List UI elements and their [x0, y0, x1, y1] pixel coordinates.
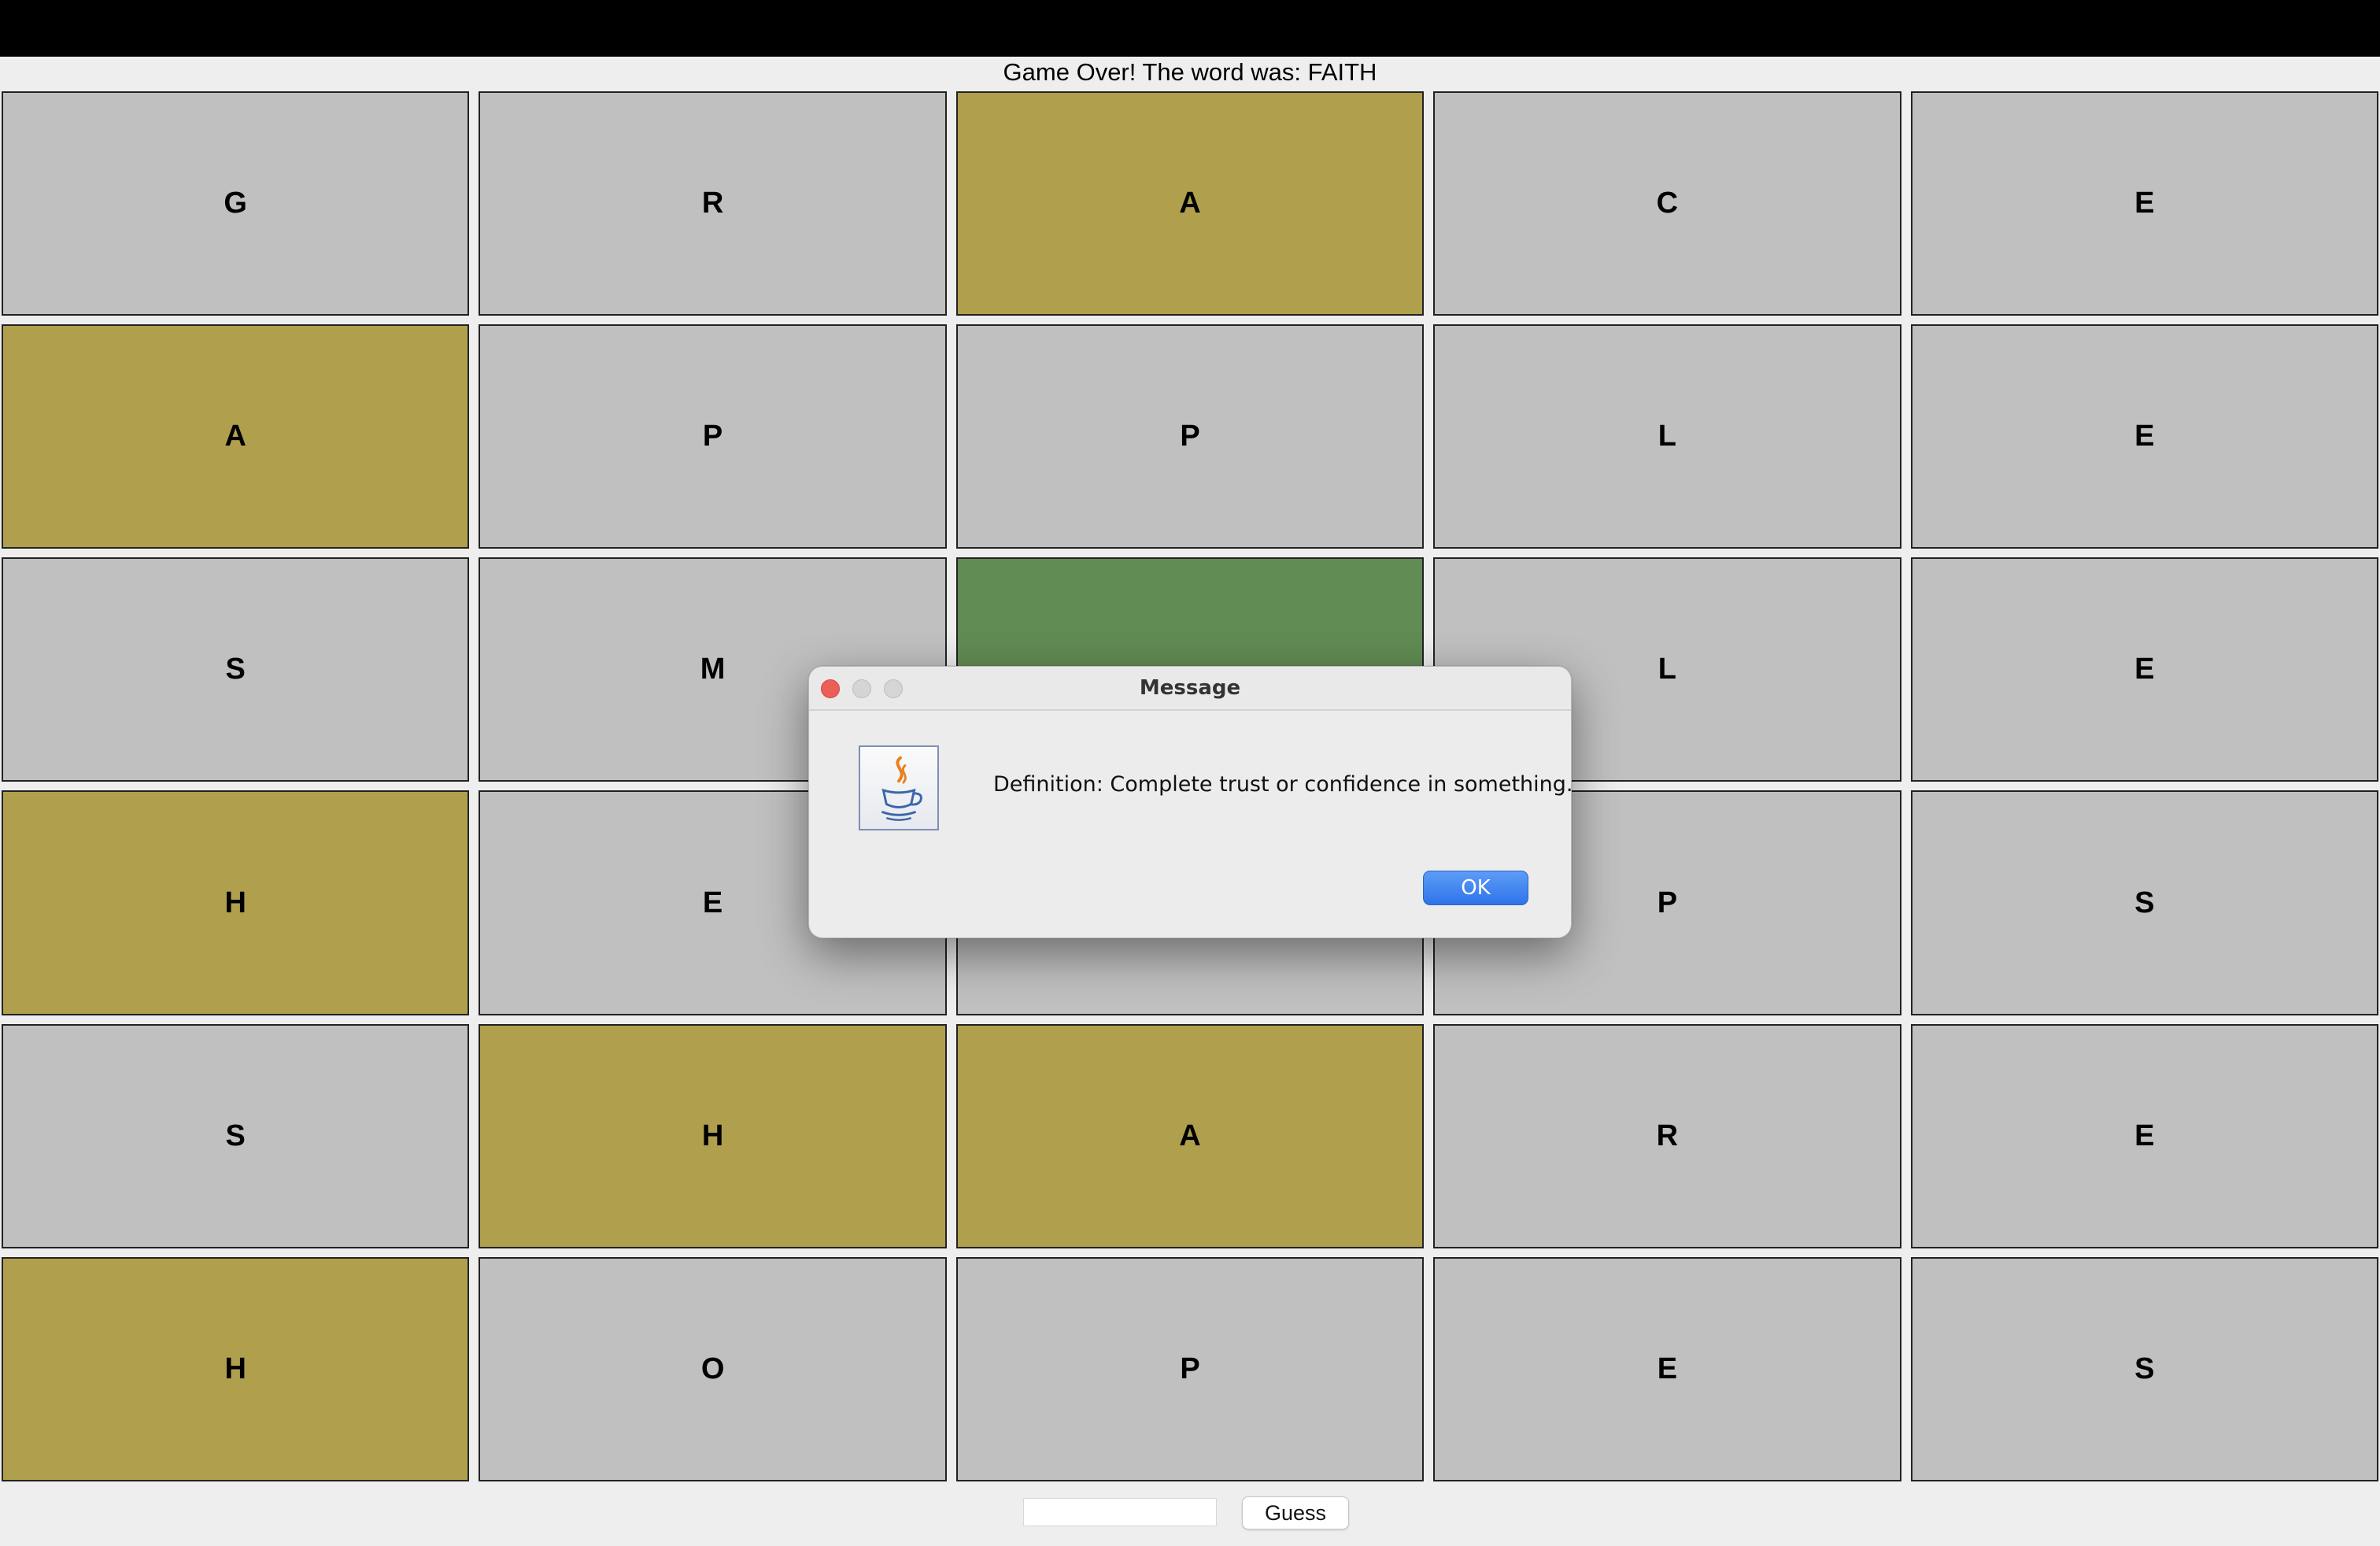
- letter-tile: C: [1433, 91, 1901, 316]
- letter-tile: E: [1910, 91, 2378, 316]
- letter-tile: H: [2, 1256, 470, 1481]
- letter-tile: O: [479, 1256, 947, 1481]
- dialog-title: Message: [1139, 676, 1241, 700]
- letter-tile: S: [1910, 1256, 2378, 1481]
- letter-tile: S: [2, 1023, 470, 1248]
- letter-tile: P: [955, 1256, 1425, 1481]
- letter-tile: A: [955, 91, 1425, 316]
- dialog-message: Definition: Complete trust or confidence…: [993, 772, 1572, 797]
- letter-tile: R: [1433, 1023, 1901, 1248]
- letter-tile: H: [479, 1023, 947, 1248]
- guess-button[interactable]: Guess: [1242, 1496, 1349, 1529]
- game-status-text: Game Over! The word was: FAITH: [1003, 58, 1377, 86]
- message-dialog: Message Definition: Complete trust or co…: [808, 666, 1572, 938]
- guess-input[interactable]: [1023, 1498, 1217, 1526]
- letter-tile: L: [1433, 324, 1901, 549]
- letter-tile: E: [1910, 1023, 2378, 1248]
- letter-tile: P: [479, 324, 947, 549]
- letter-tile: P: [955, 324, 1425, 549]
- letter-tile: E: [1910, 324, 2378, 549]
- letter-tile: H: [2, 790, 470, 1015]
- letter-tile: R: [479, 91, 947, 316]
- letter-tile: S: [2, 557, 470, 782]
- letter-tile: E: [1910, 557, 2378, 782]
- java-cup-icon: [859, 745, 939, 830]
- letter-tile: A: [2, 324, 470, 549]
- ok-button[interactable]: OK: [1423, 871, 1528, 905]
- top-bar: [0, 0, 2380, 57]
- letter-tile: G: [2, 91, 470, 316]
- letter-tile: A: [955, 1023, 1425, 1248]
- letter-tile: E: [1433, 1256, 1901, 1481]
- letter-tile: S: [1910, 790, 2378, 1015]
